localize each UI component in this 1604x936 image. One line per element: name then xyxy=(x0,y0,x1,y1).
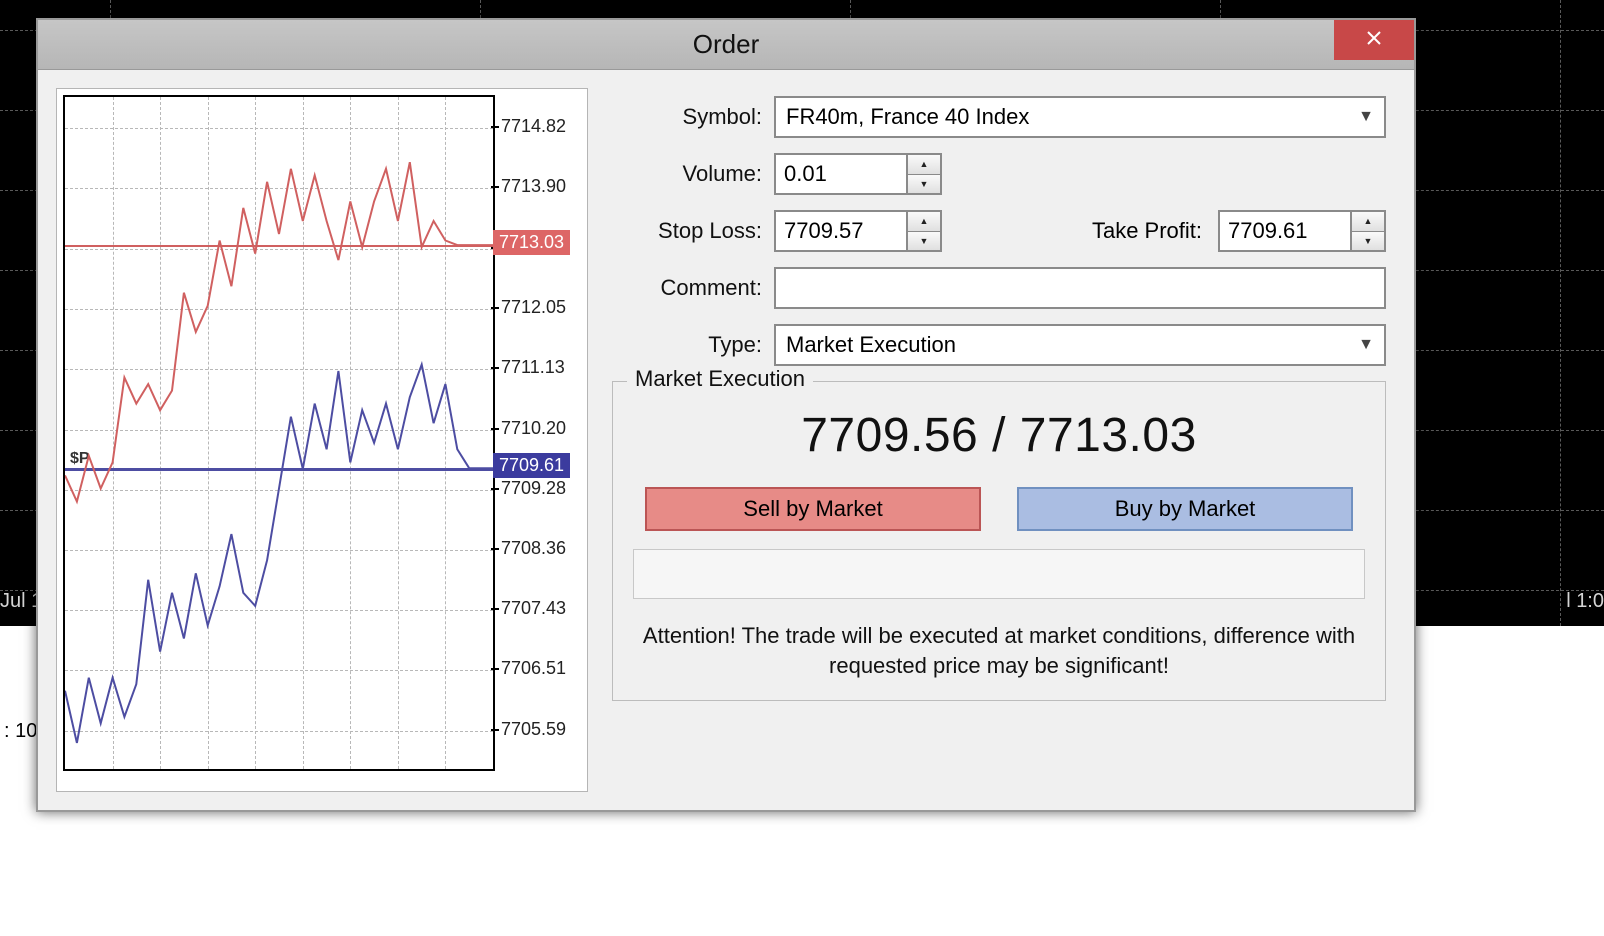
symbol-select[interactable]: FR40m, France 40 Index ▼ xyxy=(774,96,1386,138)
close-button[interactable] xyxy=(1334,20,1414,60)
bg-date-right: l 1:0 xyxy=(1566,590,1604,613)
titlebar[interactable]: Order xyxy=(38,20,1414,70)
tick-chart-panel: $P 7714.827713.907712.977712.057711.1377… xyxy=(56,88,588,792)
y-axis-labels: 7714.827713.907712.977712.057711.137710.… xyxy=(501,95,581,771)
sell-button[interactable]: Sell by Market xyxy=(645,487,981,531)
attention-text: Attention! The trade will be executed at… xyxy=(633,621,1365,680)
bid-price-badge: 7709.61 xyxy=(493,453,570,478)
takeprofit-label: Take Profit: xyxy=(1092,218,1206,244)
takeprofit-up-button[interactable]: ▲ xyxy=(1352,212,1384,232)
stoploss-label: Stop Loss: xyxy=(612,218,762,244)
bg-lower-num: : 10 xyxy=(4,720,37,743)
takeprofit-input[interactable] xyxy=(1218,210,1350,252)
market-execution-group: Market Execution 7709.56 / 7713.03 Sell … xyxy=(612,381,1386,701)
chevron-down-icon: ▼ xyxy=(1358,108,1374,126)
volume-label: Volume: xyxy=(612,161,762,187)
dialog-title: Order xyxy=(693,29,759,60)
symbol-label: Symbol: xyxy=(612,104,762,130)
stoploss-up-button[interactable]: ▲ xyxy=(908,212,940,232)
chevron-down-icon: ▼ xyxy=(1358,336,1374,354)
takeprofit-down-button[interactable]: ▼ xyxy=(1352,232,1384,251)
stoploss-input[interactable] xyxy=(774,210,906,252)
volume-spinner[interactable]: ▲ ▼ xyxy=(774,153,942,195)
stoploss-spinner[interactable]: ▲ ▼ xyxy=(774,210,942,252)
tick-chart[interactable]: $P xyxy=(63,95,495,771)
comment-input[interactable] xyxy=(774,267,1386,309)
close-icon xyxy=(1366,30,1382,51)
execution-legend: Market Execution xyxy=(627,366,813,392)
quote-display: 7709.56 / 7713.03 xyxy=(633,408,1365,463)
volume-down-button[interactable]: ▼ xyxy=(908,175,940,194)
stoploss-down-button[interactable]: ▼ xyxy=(908,232,940,251)
ask-price-badge: 7713.03 xyxy=(493,230,570,255)
type-value: Market Execution xyxy=(786,332,956,358)
volume-up-button[interactable]: ▲ xyxy=(908,155,940,175)
order-form: Symbol: FR40m, France 40 Index ▼ Volume:… xyxy=(604,88,1396,792)
symbol-value: FR40m, France 40 Index xyxy=(786,104,1029,130)
buy-button[interactable]: Buy by Market xyxy=(1017,487,1353,531)
order-dialog: Order $P 7714.827713.907712.977712.05771… xyxy=(36,18,1416,812)
takeprofit-spinner[interactable]: ▲ ▼ xyxy=(1218,210,1386,252)
status-box xyxy=(633,549,1365,599)
type-label: Type: xyxy=(612,332,762,358)
type-select[interactable]: Market Execution ▼ xyxy=(774,324,1386,366)
comment-label: Comment: xyxy=(612,275,762,301)
volume-input[interactable] xyxy=(774,153,906,195)
